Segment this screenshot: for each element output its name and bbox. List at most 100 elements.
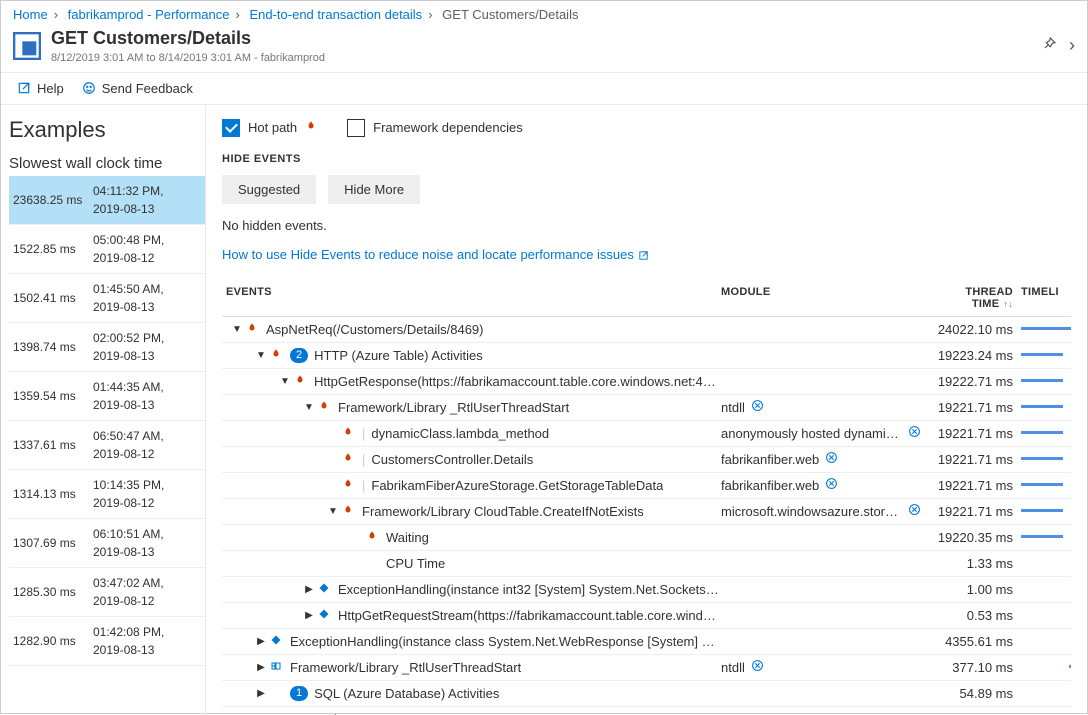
example-row[interactable]: 1314.13 ms10:14:35 PM,2019-08-12 <box>9 470 205 519</box>
flame-icon <box>366 530 380 544</box>
flame-icon <box>246 322 260 336</box>
example-row[interactable]: 1282.90 ms01:42:08 PM,2019-08-13 <box>9 617 205 666</box>
module-cell: anonymously hosted dynamicmethods assemb… <box>721 425 921 441</box>
example-row[interactable]: 1285.30 ms03:47:02 AM,2019-08-12 <box>9 568 205 617</box>
timeline-cell <box>1021 423 1071 443</box>
timeline-cell <box>1021 683 1071 703</box>
hide-more-button[interactable]: Hide More <box>328 175 420 204</box>
event-name: HttpGetRequestStream(https://fabrikamacc… <box>338 608 721 623</box>
event-name: dynamicClass.lambda_method <box>371 426 549 441</box>
module-remove-icon[interactable] <box>908 503 921 519</box>
page-subtitle: 8/12/2019 3:01 AM to 8/14/2019 3:01 AM -… <box>51 52 325 64</box>
event-name: Unmanaged Async <box>266 712 375 715</box>
main-panel: Hot path Framework dependencies HIDE EVE… <box>206 105 1087 715</box>
example-row[interactable]: 23638.25 ms04:11:32 PM,2019-08-13 <box>9 176 205 225</box>
col-events[interactable]: EVENTS <box>222 286 721 310</box>
module-remove-icon[interactable] <box>908 425 921 441</box>
event-row[interactable]: ExceptionHandling(instance class System.… <box>222 629 1071 655</box>
event-row[interactable]: Waiting 19220.35 ms <box>222 525 1071 551</box>
timeline-cell <box>1021 371 1071 391</box>
thread-time: 377.10 ms <box>921 660 1021 675</box>
thread-time: 19220.35 ms <box>921 530 1021 545</box>
event-row[interactable]: Framework/Library _RtlUserThreadStartntd… <box>222 655 1071 681</box>
hotpath-checkbox[interactable]: Hot path <box>222 119 317 137</box>
event-row[interactable]: CPU Time1.33 ms <box>222 551 1071 577</box>
event-row[interactable]: |FabrikamFiberAzureStorage.GetStorageTab… <box>222 473 1071 499</box>
timeline-cell <box>1021 579 1071 599</box>
thread-time: 10.62 ms <box>921 712 1021 715</box>
example-row[interactable]: 1398.74 ms02:00:52 PM,2019-08-13 <box>9 323 205 372</box>
pin-icon[interactable] <box>1041 36 1057 55</box>
col-module[interactable]: MODULE <box>721 286 921 310</box>
module-remove-icon[interactable] <box>825 451 838 467</box>
expand-caret[interactable] <box>254 662 268 673</box>
event-name: Waiting <box>386 530 429 545</box>
example-row[interactable]: 1359.54 ms01:44:35 AM,2019-08-13 <box>9 372 205 421</box>
flame-icon <box>294 374 308 388</box>
expand-caret[interactable] <box>302 610 316 621</box>
event-row[interactable]: 1SQL (Azure Database) Activities54.89 ms <box>222 681 1071 707</box>
col-timeline[interactable]: TIMELI <box>1021 286 1071 310</box>
example-row[interactable]: 1502.41 ms01:45:50 AM,2019-08-13 <box>9 274 205 323</box>
module-remove-icon[interactable] <box>825 477 838 493</box>
expand-caret[interactable] <box>254 636 268 647</box>
event-row[interactable]: Unmanaged Async 10.62 ms <box>222 707 1071 715</box>
crumb-e2e[interactable]: End-to-end transaction details <box>249 7 422 22</box>
module-remove-icon[interactable] <box>751 399 764 415</box>
thread-time: 4355.61 ms <box>921 634 1021 649</box>
events-table: EVENTS MODULE THREAD TIME↑↓ TIMELI AspNe… <box>222 280 1071 715</box>
event-name: ExceptionHandling(instance class System.… <box>290 634 721 649</box>
event-row[interactable]: 2HTTP (Azure Table) Activities19223.24 m… <box>222 343 1071 369</box>
event-row[interactable]: Framework/Library _RtlUserThreadStart ntd… <box>222 395 1071 421</box>
help-link[interactable]: Help <box>17 81 64 96</box>
crumb-resource[interactable]: fabrikamprod - Performance <box>68 7 230 22</box>
event-row[interactable]: AspNetReq(/Customers/Details/8469)24022.… <box>222 317 1071 343</box>
event-name: HTTP (Azure Table) Activities <box>314 348 483 363</box>
expand-caret[interactable] <box>254 350 268 361</box>
col-threadtime[interactable]: THREAD TIME↑↓ <box>921 286 1021 310</box>
expand-caret[interactable] <box>254 688 268 699</box>
module-remove-icon[interactable] <box>751 659 764 675</box>
thread-time: 1.00 ms <box>921 582 1021 597</box>
thread-time: 19223.24 ms <box>921 348 1021 363</box>
expand-caret[interactable] <box>302 402 316 413</box>
chevron-right-icon[interactable]: › <box>1069 35 1075 56</box>
event-row[interactable]: HttpGetRequestStream(https://fabrikamacc… <box>222 603 1071 629</box>
event-row[interactable]: |CustomersController.Detailsfabrikanfibe… <box>222 447 1071 473</box>
event-name: Framework/Library _RtlUserThreadStart <box>290 660 521 675</box>
event-row[interactable]: |dynamicClass.lambda_methodanonymously h… <box>222 421 1071 447</box>
event-row[interactable]: ExceptionHandling(instance int32 [System… <box>222 577 1071 603</box>
event-name: FabrikamFiberAzureStorage.GetStorageTabl… <box>371 478 663 493</box>
thread-time: 0.53 ms <box>921 608 1021 623</box>
howto-link[interactable]: How to use Hide Events to reduce noise a… <box>222 247 649 262</box>
example-row[interactable]: 1337.61 ms06:50:47 AM,2019-08-12 <box>9 421 205 470</box>
timeline-cell <box>1021 527 1071 547</box>
event-name: HttpGetResponse(https://fabrikamaccount.… <box>314 374 721 389</box>
framework-checkbox[interactable]: Framework dependencies <box>347 119 523 137</box>
crumb-home[interactable]: Home <box>13 7 48 22</box>
event-row[interactable]: HttpGetResponse(https://fabrikamaccount.… <box>222 369 1071 395</box>
thread-time: 19221.71 ms <box>921 426 1021 441</box>
expand-caret[interactable] <box>326 506 340 517</box>
event-name: Framework/Library _RtlUserThreadStart <box>338 400 569 415</box>
example-row[interactable]: 1307.69 ms06:10:51 AM,2019-08-13 <box>9 519 205 568</box>
module-cell: ntdll <box>721 399 921 415</box>
blank-icon <box>366 556 380 570</box>
blank-icon <box>246 712 260 715</box>
thread-time: 19221.71 ms <box>921 400 1021 415</box>
example-row[interactable]: 1522.85 ms05:00:48 PM,2019-08-12 <box>9 225 205 274</box>
feedback-link[interactable]: Send Feedback <box>82 81 193 96</box>
event-name: SQL (Azure Database) Activities <box>314 686 499 701</box>
thread-time: 24022.10 ms <box>921 322 1021 337</box>
module-cell: fabrikanfiber.web <box>721 451 921 467</box>
event-name: ExceptionHandling(instance int32 [System… <box>338 582 721 597</box>
suggested-button[interactable]: Suggested <box>222 175 316 204</box>
expand-caret[interactable] <box>302 584 316 595</box>
event-row[interactable]: Framework/Library CloudTable.CreateIfNot… <box>222 499 1071 525</box>
timeline-cell <box>1021 345 1071 365</box>
examples-title: Examples <box>9 117 205 143</box>
expand-caret[interactable] <box>278 376 292 387</box>
operation-icon <box>13 32 41 60</box>
lib-icon <box>270 660 284 674</box>
expand-caret[interactable] <box>230 324 244 335</box>
